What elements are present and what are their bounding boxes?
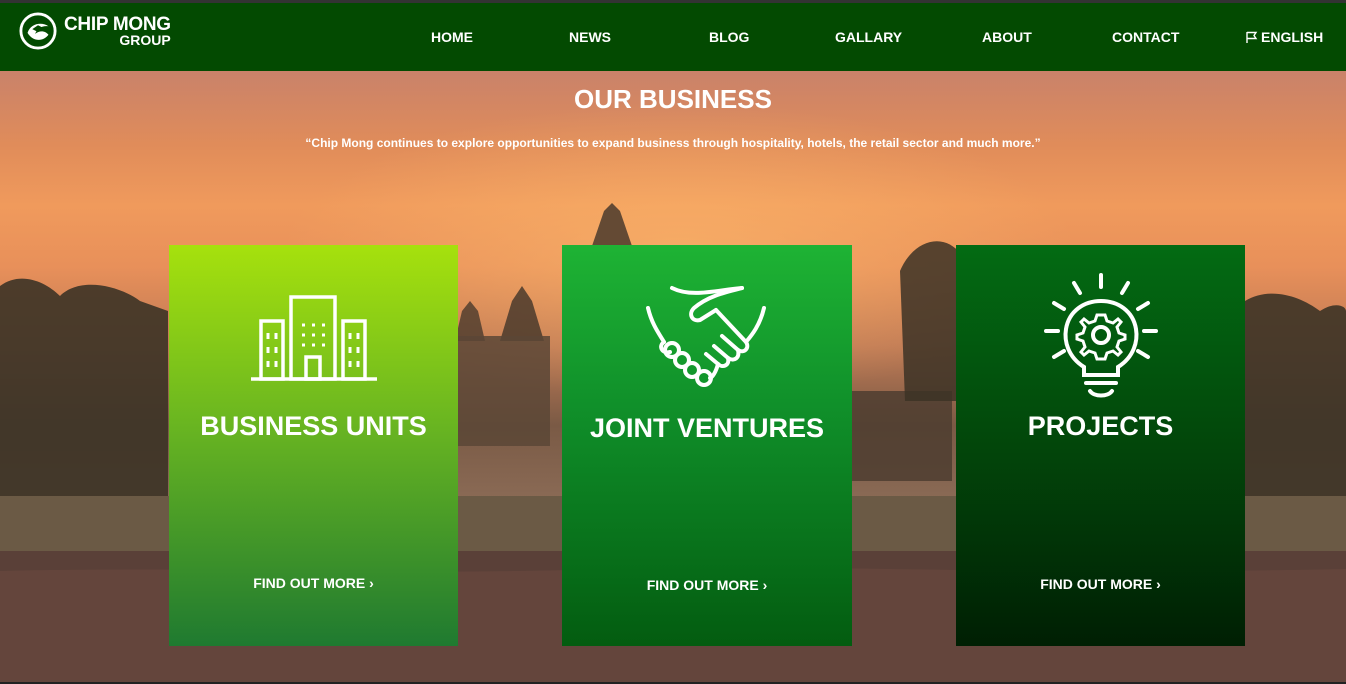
nav-home[interactable]: HOME <box>431 29 473 45</box>
joint-ventures-card[interactable]: JOINT VENTURES FIND OUT MORE › <box>562 245 852 646</box>
language-label: ENGLISH <box>1261 29 1324 45</box>
section-quote: “Chip Mong continues to explore opportun… <box>305 136 1041 150</box>
card-title: PROJECTS <box>1027 411 1174 441</box>
find-out-more-link[interactable]: FIND OUT MORE › <box>169 575 458 591</box>
handshake-icon <box>646 286 766 387</box>
hero-section: OUR BUSINESS “Chip Mong continues to exp… <box>0 71 1346 682</box>
find-out-more-link[interactable]: FIND OUT MORE › <box>956 576 1245 592</box>
projects-card[interactable]: PROJECTS FIND OUT MORE › <box>956 245 1245 646</box>
card-title: BUSINESS UNITS <box>200 411 427 441</box>
nav-gallary[interactable]: GALLARY <box>835 29 902 45</box>
nav-about[interactable]: ABOUT <box>982 29 1032 45</box>
chip-mong-logo-icon <box>19 12 57 50</box>
brand-logo[interactable]: CHIP MONG GROUP <box>19 12 171 50</box>
nav-blog[interactable]: BLOG <box>709 29 749 45</box>
card-title: JOINT VENTURES <box>589 413 825 443</box>
nav-news[interactable]: NEWS <box>569 29 611 45</box>
buildings-icon <box>250 295 377 381</box>
flag-icon <box>1246 31 1258 43</box>
section-title: OUR BUSINESS <box>574 84 772 114</box>
navbar: CHIP MONG GROUP HOME NEWS BLOG GALLARY A… <box>0 3 1346 71</box>
find-out-more-link[interactable]: FIND OUT MORE › <box>562 577 852 593</box>
business-units-card[interactable]: BUSINESS UNITS FIND OUT MORE › <box>169 245 458 646</box>
language-selector[interactable]: ENGLISH <box>1245 29 1323 45</box>
brand-subtitle: GROUP <box>119 32 171 48</box>
lightbulb-gear-icon <box>1043 273 1158 398</box>
nav-contact[interactable]: CONTACT <box>1112 29 1179 45</box>
